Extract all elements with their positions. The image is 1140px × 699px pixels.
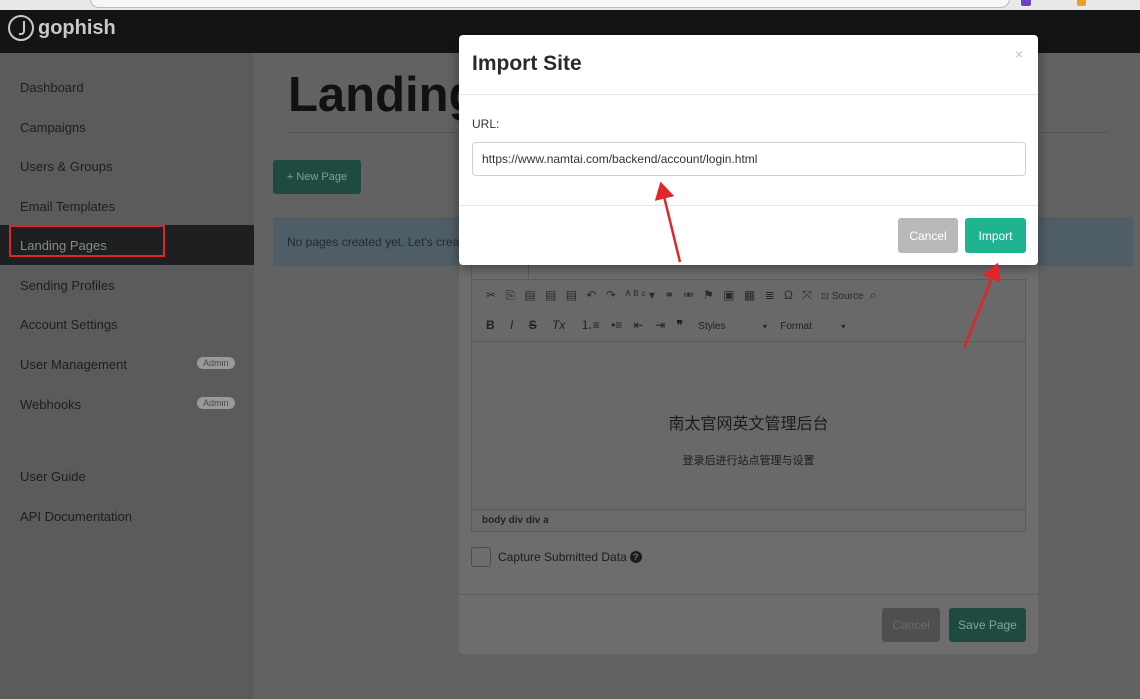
bold-icon[interactable]: B (486, 318, 495, 332)
cancel-button[interactable]: Cancel (898, 218, 958, 253)
gophish-logo-icon (8, 15, 34, 41)
html-editor[interactable]: ✂ ⎘ ▤ ▤ ▤ ↶ ↷ ᴬᴮᶜ▾ ⚭ ⚮ ⚑ ▣ ▦ ≣ Ω ⤧ ⊡Sour… (471, 279, 1026, 532)
editor-toolbar-row-1: ✂ ⎘ ▤ ▤ ▤ ↶ ↷ ᴬᴮᶜ▾ ⚭ ⚮ ⚑ ▣ ▦ ≣ Ω ⤧ ⊡Sour… (486, 288, 880, 303)
capture-submitted-data-label: Capture Submitted Data (498, 550, 627, 564)
table-icon[interactable]: ▦ (744, 288, 758, 302)
sidebar-item-dashboard[interactable]: Dashboard (0, 67, 254, 107)
spellcheck-icon[interactable]: ᴬᴮᶜ▾ (625, 288, 658, 302)
help-icon[interactable]: ? (629, 551, 642, 563)
sidebar-item-landing-pages[interactable]: Landing Pages (0, 225, 254, 265)
sidebar-item-label: User Guide (20, 468, 86, 484)
sidebar-item-label: Webhooks (20, 396, 82, 412)
maximize-icon[interactable]: ⤧ (802, 288, 815, 302)
import-site-modal: Import Site × URL: Cancel Import (459, 35, 1038, 265)
editor-element-path[interactable]: body div div a (472, 509, 1025, 531)
paste-text-icon[interactable]: ▤ (545, 288, 559, 302)
editor-content-heading: 南太官网英文管理后台 (668, 414, 829, 433)
admin-badge: Admin (197, 357, 235, 369)
extension-icon[interactable] (1021, 0, 1031, 6)
preview-icon[interactable]: ⌕ (870, 288, 880, 302)
brand-name: gophish (38, 16, 116, 39)
sidebar-item-webhooks[interactable]: Webhooks Admin (0, 384, 254, 424)
editor-content-subheading: 登录后进行站点管理与设置 (682, 454, 815, 467)
capture-submitted-data-checkbox[interactable] (471, 547, 491, 567)
page-cancel-button[interactable]: Cancel (882, 608, 940, 642)
close-icon[interactable]: × (1015, 46, 1023, 62)
new-landing-page-modal: ✂ ⎘ ▤ ▤ ▤ ↶ ↷ ᴬᴮᶜ▾ ⚭ ⚮ ⚑ ▣ ▦ ≣ Ω ⤧ ⊡Sour… (459, 232, 1038, 654)
sidebar-item-label: User Management (20, 356, 127, 372)
special-char-icon[interactable]: Ω (784, 288, 796, 302)
outdent-icon[interactable]: ⇤ (634, 318, 644, 332)
styles-dropdown[interactable]: Styles (698, 321, 725, 332)
paste-icon[interactable]: ▤ (524, 288, 538, 302)
browser-address-bar[interactable] (90, 0, 1010, 8)
sidebar-item-label: Email Templates (20, 198, 116, 214)
modal-footer-divider (459, 594, 1038, 595)
bulleted-list-icon[interactable]: •≡ (611, 318, 622, 332)
cut-icon[interactable]: ✂ (486, 288, 499, 302)
unlink-icon[interactable]: ⚮ (684, 288, 697, 302)
brand[interactable]: gophish (8, 15, 116, 41)
modal-footer-divider (459, 205, 1038, 206)
source-icon[interactable]: ⊡ (821, 288, 832, 302)
browser-chrome (0, 0, 1140, 10)
chevron-down-icon: ▾ (762, 322, 767, 331)
sidebar-item-label: Account Settings (20, 316, 118, 332)
sidebar-item-users-groups[interactable]: Users & Groups (0, 146, 254, 186)
modal-header-divider (459, 94, 1038, 95)
anchor-flag-icon[interactable]: ⚑ (703, 288, 717, 302)
chevron-down-icon: ▾ (841, 322, 846, 331)
sidebar-item-user-guide[interactable]: User Guide (0, 456, 254, 496)
strike-icon[interactable]: S (529, 318, 537, 332)
modal-title: Import Site (472, 52, 582, 75)
sidebar-item-label: Users & Groups (20, 158, 113, 174)
admin-badge: Admin (197, 397, 235, 409)
toolbar-divider (472, 341, 1025, 342)
italic-icon[interactable]: I (510, 318, 513, 332)
annotation-highlight-box (9, 225, 165, 257)
numbered-list-icon[interactable]: ⒈≡ (581, 318, 600, 332)
sidebar: Dashboard Campaigns Users & Groups Email… (0, 53, 254, 699)
undo-icon[interactable]: ↶ (586, 288, 599, 302)
sidebar-item-sending-profiles[interactable]: Sending Profiles (0, 265, 254, 305)
sidebar-item-campaigns[interactable]: Campaigns (0, 107, 254, 147)
sidebar-item-label: Dashboard (20, 79, 84, 95)
sidebar-item-account-settings[interactable]: Account Settings (0, 304, 254, 344)
image-icon[interactable]: ▣ (723, 288, 737, 302)
save-page-button[interactable]: Save Page (949, 608, 1026, 642)
new-page-button[interactable]: + New Page (273, 160, 361, 194)
url-input[interactable] (472, 142, 1026, 176)
extension-icon[interactable] (1077, 0, 1086, 6)
horizontal-line-icon[interactable]: ≣ (765, 288, 778, 302)
source-button-label[interactable]: Source (832, 291, 864, 302)
blockquote-icon[interactable]: ❞ (676, 318, 682, 332)
redo-icon[interactable]: ↷ (606, 288, 619, 302)
import-button[interactable]: Import (965, 218, 1026, 253)
sidebar-item-api-documentation[interactable]: API Documentation (0, 496, 254, 536)
indent-icon[interactable]: ⇥ (655, 318, 665, 332)
remove-format-icon[interactable]: Tx (552, 318, 565, 332)
url-label: URL: (472, 117, 500, 131)
link-icon[interactable]: ⚭ (664, 288, 677, 302)
editor-toolbar-row-2: B I S Tx ⒈≡ •≡ ⇤ ⇥ ❞ Styles ▾ Format ▾ (486, 316, 845, 333)
sidebar-item-user-management[interactable]: User Management Admin (0, 344, 254, 384)
paste-word-icon[interactable]: ▤ (566, 288, 580, 302)
sidebar-item-label: Sending Profiles (20, 277, 115, 293)
copy-icon[interactable]: ⎘ (505, 288, 518, 302)
sidebar-item-label: Campaigns (20, 119, 86, 135)
capture-submitted-data-row: Capture Submitted Data ? (471, 547, 642, 567)
sidebar-item-label: API Documentation (20, 508, 133, 524)
sidebar-item-email-templates[interactable]: Email Templates (0, 186, 254, 226)
format-dropdown[interactable]: Format (780, 321, 812, 332)
